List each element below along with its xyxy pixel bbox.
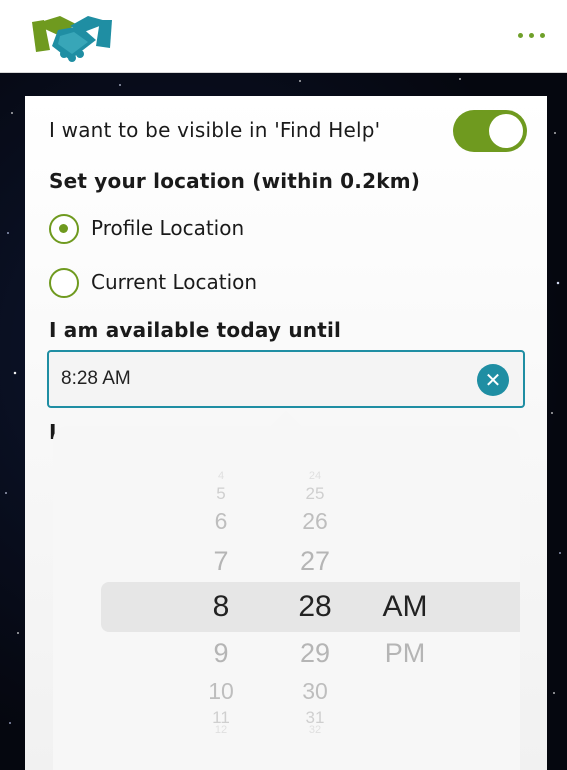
minute-option[interactable]: 26 (275, 508, 355, 535)
more-dots-icon[interactable] (518, 33, 545, 38)
hour-option[interactable]: 4 (181, 470, 261, 482)
visible-toggle[interactable] (453, 110, 527, 152)
minute-option[interactable]: 30 (275, 678, 355, 705)
hour-option[interactable]: 8 (181, 590, 261, 624)
menu-dot (529, 33, 534, 38)
minute-option[interactable]: 27 (275, 546, 355, 577)
hour-option[interactable]: 6 (181, 508, 261, 535)
hour-option[interactable]: 7 (181, 546, 261, 577)
minute-option[interactable]: 29 (275, 638, 355, 669)
hour-option[interactable]: 10 (181, 678, 261, 705)
time-picker-wheel[interactable]: 4 5 6 7 8 9 10 11 12 24 25 26 27 28 29 30 31 32 AM PM (53, 426, 520, 770)
period-option[interactable]: AM (365, 590, 445, 624)
toggle-knob (489, 114, 523, 148)
available-time-input[interactable]: 8:28 AM ✕ (47, 350, 525, 408)
radio-label-current[interactable]: Current Location (91, 270, 257, 294)
minute-option[interactable]: 32 (275, 724, 355, 736)
app-header (0, 0, 567, 73)
minute-option[interactable]: 28 (275, 590, 355, 624)
minute-option[interactable]: 24 (275, 470, 355, 482)
popover-caret (270, 410, 302, 426)
menu-dot (540, 33, 545, 38)
minute-option[interactable]: 25 (275, 484, 355, 504)
clear-icon[interactable]: ✕ (477, 364, 509, 396)
visible-label: I want to be visible in 'Find Help' (49, 118, 381, 142)
hour-option[interactable]: 12 (181, 724, 261, 736)
radio-label-profile[interactable]: Profile Location (91, 216, 244, 240)
available-until-label: I am available today until (49, 318, 342, 342)
radio-current-location[interactable] (49, 268, 79, 298)
hour-option[interactable]: 5 (181, 484, 261, 504)
hour-option[interactable]: 9 (181, 638, 261, 669)
menu-dot (518, 33, 523, 38)
radio-selected-dot (59, 224, 68, 233)
time-value[interactable]: 8:28 AM (61, 368, 131, 390)
location-label: Set your location (within 0.2km) (49, 169, 421, 193)
period-option[interactable]: PM (365, 638, 445, 669)
radio-profile-location[interactable] (49, 214, 79, 244)
handshake-logo[interactable] (30, 10, 114, 66)
